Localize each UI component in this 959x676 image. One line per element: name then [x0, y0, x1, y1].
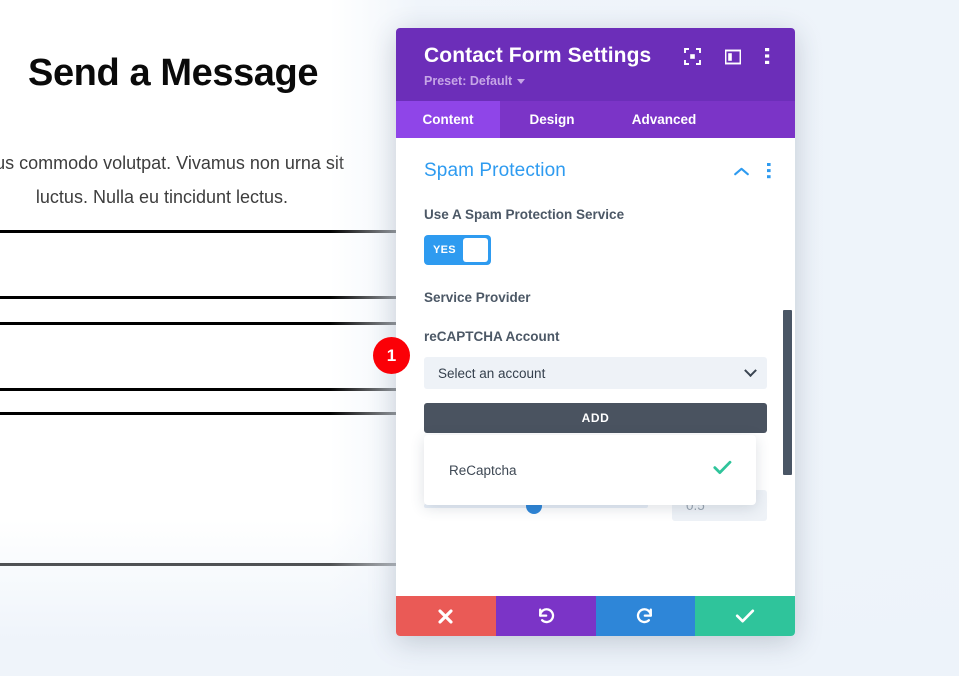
- preset-label: Preset: Default: [424, 74, 513, 88]
- service-provider-dropdown: ReCaptcha: [424, 435, 756, 505]
- tab-content[interactable]: Content: [396, 101, 500, 138]
- modal-title-group: Contact Form Settings Preset: Default: [424, 44, 684, 88]
- section-title: Spam Protection: [424, 160, 566, 181]
- preset-selector[interactable]: Preset: Default: [424, 74, 684, 88]
- toggle-knob: [462, 238, 488, 262]
- redo-button[interactable]: [595, 596, 696, 636]
- dropdown-option-recaptcha[interactable]: ReCaptcha: [424, 439, 756, 501]
- section-icon-group: [734, 163, 771, 179]
- undo-button[interactable]: [495, 596, 596, 636]
- service-provider-label: Service Provider: [424, 290, 531, 305]
- use-spam-service-label: Use A Spam Protection Service: [424, 207, 625, 222]
- form-field-rule: [0, 322, 400, 325]
- titlebar-icon-group: [684, 44, 770, 65]
- modal-tab-bar: Content Design Advanced: [396, 101, 795, 138]
- modal-body: Spam Protection Use A Spam Protection Se…: [396, 138, 795, 596]
- caret-down-icon: [517, 78, 526, 84]
- close-button[interactable]: [396, 596, 496, 636]
- panel-scrollbar-thumb[interactable]: [783, 310, 792, 475]
- more-vertical-icon[interactable]: [765, 48, 770, 65]
- use-spam-service-toggle[interactable]: YES: [424, 235, 491, 265]
- spam-protection-section-header: Spam Protection: [396, 138, 795, 182]
- contact-form-settings-modal: Contact Form Settings Preset: Default Co…: [396, 28, 795, 636]
- save-button[interactable]: [695, 596, 795, 636]
- toggle-state-label: YES: [433, 244, 456, 256]
- modal-footer: [396, 596, 795, 636]
- chevron-up-icon[interactable]: [734, 167, 749, 176]
- chevron-down-icon: [744, 363, 757, 377]
- focus-target-icon[interactable]: [684, 48, 701, 65]
- more-vertical-icon[interactable]: [767, 163, 771, 179]
- form-field-rule: [0, 412, 400, 415]
- check-icon: [713, 460, 732, 480]
- tab-design[interactable]: Design: [500, 101, 604, 138]
- page-paragraph: etus commodo volutpat. Vivamus non urna …: [0, 153, 344, 207]
- page-title: Send a Message: [28, 52, 319, 94]
- step-number-badge: 1: [373, 337, 410, 374]
- form-field-rule: [0, 230, 400, 233]
- modal-titlebar: Contact Form Settings Preset: Default: [396, 28, 795, 101]
- dropdown-option-label: ReCaptcha: [449, 462, 517, 478]
- account-select[interactable]: Select an account: [424, 357, 767, 389]
- account-select-value: Select an account: [438, 365, 546, 381]
- layout-panel-icon[interactable]: [725, 49, 741, 65]
- add-account-button[interactable]: ADD: [424, 403, 767, 433]
- form-field-rule: [0, 388, 400, 391]
- modal-title: Contact Form Settings: [424, 44, 652, 67]
- form-field-rule: [0, 563, 400, 566]
- panel-scrollbar[interactable]: [783, 138, 792, 596]
- form-field-rule: [0, 296, 400, 299]
- recaptcha-account-label: reCAPTCHA Account: [424, 329, 560, 344]
- tab-advanced[interactable]: Advanced: [604, 101, 724, 138]
